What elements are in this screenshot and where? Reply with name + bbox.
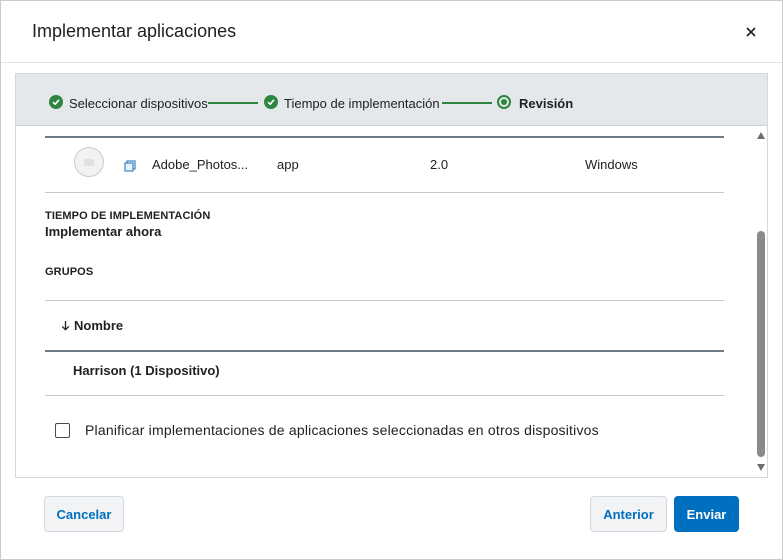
divider [45, 136, 724, 138]
arrow-down-icon [61, 321, 70, 331]
divider [45, 395, 724, 396]
previous-button[interactable]: Anterior [590, 496, 667, 532]
divider [45, 300, 724, 301]
divider [45, 192, 724, 193]
step-connector [208, 102, 258, 104]
check-circle-icon [264, 94, 278, 109]
divider [45, 350, 724, 352]
wizard-stepper: Seleccionar dispositivos Tiempo de imple… [16, 74, 767, 126]
name-column-label: Nombre [74, 318, 124, 333]
deployment-time-value: Implementar ahora [45, 224, 162, 239]
name-column-header[interactable]: Nombre [61, 318, 123, 333]
check-circle-icon [49, 94, 63, 109]
step-label: Revisión [519, 96, 574, 111]
radio-current-icon [497, 94, 511, 109]
step-deployment-time: Tiempo de implementación [264, 94, 440, 111]
app-type: app [277, 157, 299, 172]
copy-icon [124, 160, 136, 172]
step-select-devices: Seleccionar dispositivos [49, 94, 208, 111]
schedule-checkbox-label: Planificar implementaciones de aplicacio… [85, 422, 599, 438]
scrollbar-thumb[interactable] [757, 231, 765, 457]
submit-button[interactable]: Enviar [674, 496, 739, 532]
vertical-scrollbar[interactable] [756, 126, 767, 477]
app-platform: Windows [585, 157, 638, 172]
app-name: Adobe_Photos... [152, 157, 249, 172]
dialog-header: Implementar aplicaciones [1, 1, 782, 63]
step-review: Revisión [497, 94, 574, 111]
review-content: Adobe_Photos... app 2.0 Windows TIEMPO D… [16, 126, 756, 477]
schedule-checkbox[interactable] [55, 422, 70, 438]
close-icon [746, 27, 756, 37]
dialog-title: Implementar aplicaciones [32, 21, 237, 41]
step-label: Tiempo de implementación [284, 96, 440, 111]
app-thumbnail [74, 147, 104, 177]
deploy-apps-dialog: Implementar aplicaciones Seleccionar dis… [0, 0, 783, 560]
schedule-other-devices-option[interactable]: Planificar implementaciones de aplicacio… [55, 422, 599, 438]
close-button[interactable] [740, 21, 762, 43]
scroll-down-arrow-icon[interactable] [757, 464, 765, 471]
app-version: 2.0 [430, 157, 449, 172]
scroll-up-arrow-icon[interactable] [757, 132, 765, 139]
step-connector [442, 102, 492, 104]
groups-label: GRUPOS [45, 266, 94, 278]
dialog-body-panel: Seleccionar dispositivos Tiempo de imple… [15, 73, 768, 478]
cancel-button[interactable]: Cancelar [44, 496, 124, 532]
step-label: Seleccionar dispositivos [69, 96, 208, 111]
table-row: Harrison (1 Dispositivo) [73, 363, 220, 378]
deployment-time-label: TIEMPO DE IMPLEMENTACIÓN [45, 210, 211, 222]
